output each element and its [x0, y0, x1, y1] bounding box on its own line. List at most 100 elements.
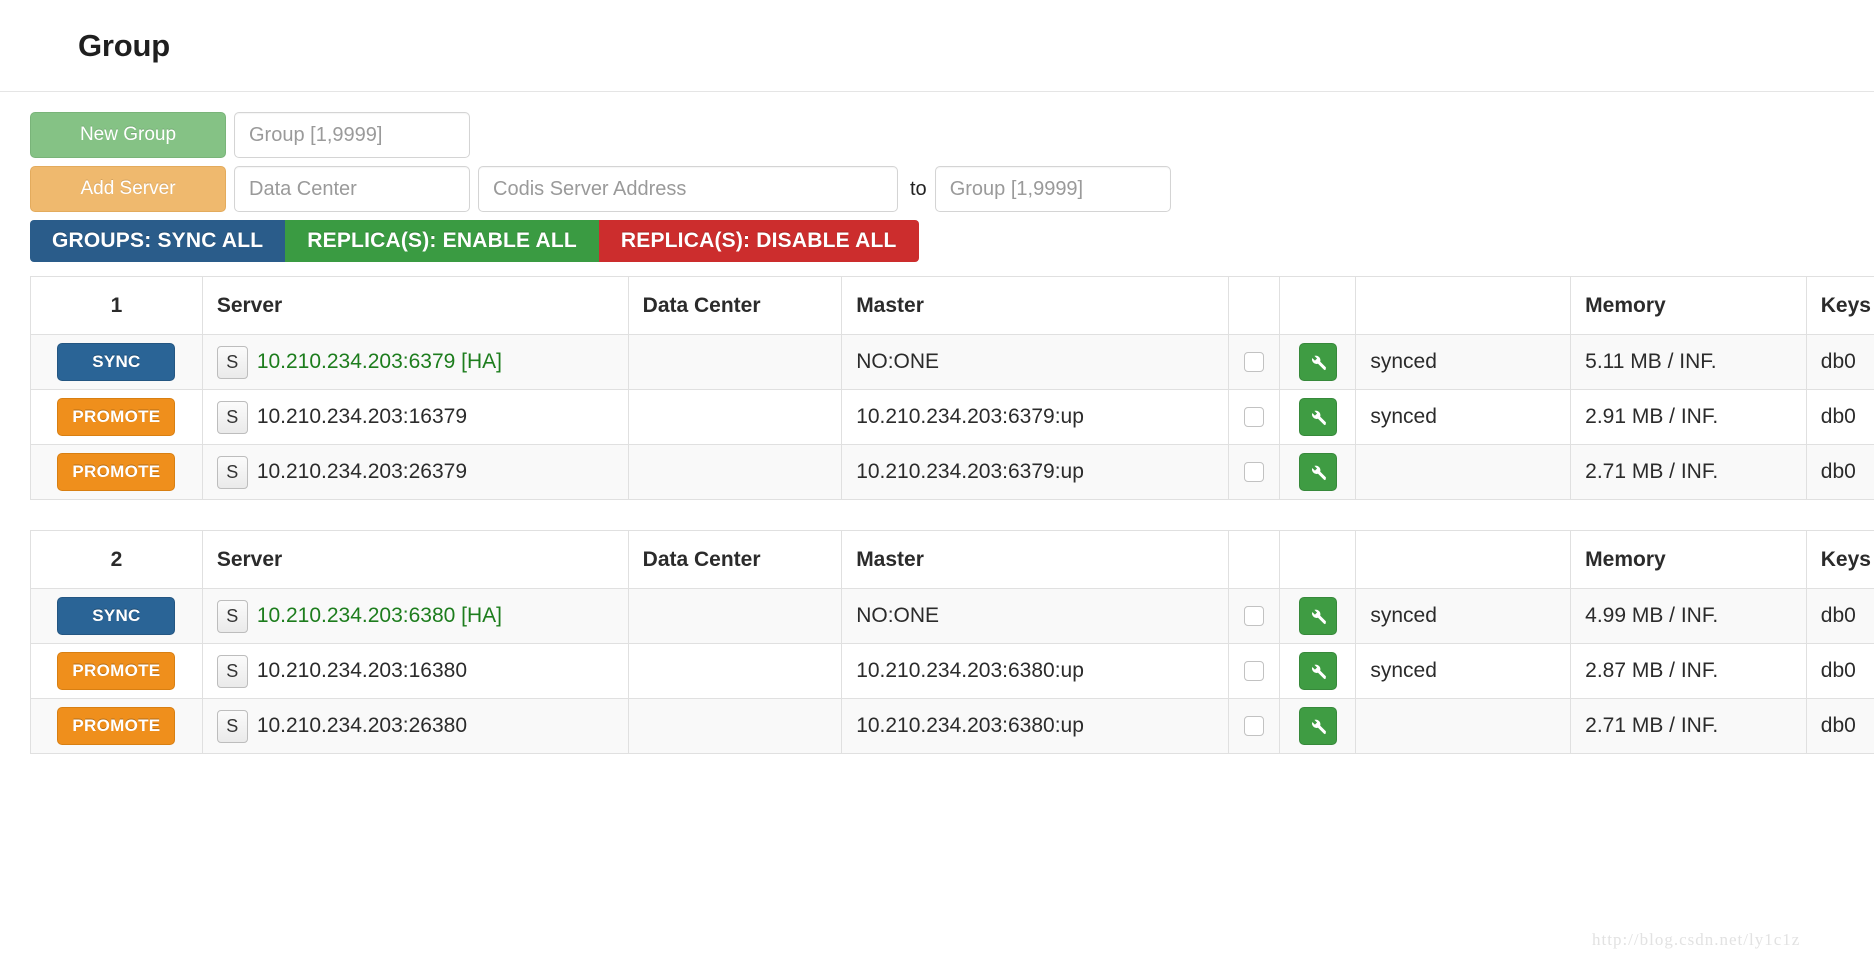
- data-center-cell: [627, 643, 843, 699]
- col-keys: Keys: [1805, 530, 1874, 589]
- row-select-checkbox[interactable]: [1244, 606, 1265, 627]
- wrench-icon[interactable]: [1298, 453, 1337, 491]
- keys-cell: db0: [1805, 444, 1874, 500]
- col-actions: [1279, 530, 1357, 589]
- row-tool-cell: [1279, 444, 1357, 500]
- table-row: SYNC S 10.210.234.203:6379 [HA] NO:ONE synce…: [30, 334, 1874, 390]
- memory-cell: 2.71 MB / INF.: [1570, 698, 1807, 754]
- server-cell: S 10.210.234.203:6380 [HA]: [201, 588, 629, 644]
- wrench-icon[interactable]: [1298, 597, 1337, 635]
- row-select-cell: [1227, 389, 1281, 445]
- row-select-checkbox[interactable]: [1244, 661, 1265, 682]
- server-address-link[interactable]: 10.210.234.203:6380 [HA]: [257, 604, 502, 628]
- server-address-link[interactable]: 10.210.234.203:26379: [257, 460, 467, 484]
- row-select-checkbox[interactable]: [1244, 352, 1265, 373]
- status-cell: [1355, 444, 1572, 500]
- col-group-index: 1: [30, 276, 203, 335]
- table-row: SYNC S 10.210.234.203:6380 [HA] NO:ONE synce…: [30, 588, 1874, 644]
- memory-cell: 4.99 MB / INF.: [1570, 588, 1807, 644]
- row-select-cell: [1227, 444, 1281, 500]
- codis-server-address-input[interactable]: [478, 166, 898, 212]
- add-server-row: Add Server to: [30, 166, 1874, 212]
- replicas-enable-all-button[interactable]: REPLICA(S): ENABLE ALL: [285, 220, 599, 262]
- server-address-link[interactable]: 10.210.234.203:26380: [257, 714, 467, 738]
- server-slave-badge-button[interactable]: S: [216, 599, 248, 633]
- new-group-row: New Group: [30, 112, 1874, 158]
- add-server-button[interactable]: Add Server: [30, 166, 226, 212]
- server-cell: S 10.210.234.203:16379: [201, 389, 629, 445]
- master-cell: 10.210.234.203:6379:up: [841, 444, 1229, 500]
- table-header-row: 2 Server Data Center Master Memory Keys: [30, 530, 1874, 589]
- server-slave-badge-button[interactable]: S: [216, 455, 248, 489]
- table-row: PROMOTE S 10.210.234.203:16379 10.210.234.2…: [30, 389, 1874, 445]
- replicas-disable-all-button[interactable]: REPLICA(S): DISABLE ALL: [598, 220, 919, 262]
- status-cell: synced: [1355, 643, 1572, 699]
- row-action-cell: PROMOTE: [30, 643, 203, 699]
- row-action-cell: PROMOTE: [30, 444, 203, 500]
- wrench-icon[interactable]: [1298, 707, 1337, 745]
- col-group-index: 2: [30, 530, 203, 589]
- table-spacer: [30, 500, 1874, 530]
- col-actions: [1279, 276, 1357, 335]
- row-action-cell: PROMOTE: [30, 389, 203, 445]
- memory-cell: 5.11 MB / INF.: [1570, 334, 1807, 390]
- status-cell: synced: [1355, 588, 1572, 644]
- promote-button[interactable]: PROMOTE: [57, 707, 176, 745]
- groups-sync-all-button[interactable]: GROUPS: SYNC ALL: [30, 220, 286, 262]
- col-data-center: Data Center: [627, 276, 843, 335]
- server-cell: S 10.210.234.203:26380: [201, 698, 629, 754]
- toolbar: New Group Add Server to GROUPS: SYNC ALL…: [0, 92, 1874, 262]
- target-group-input[interactable]: [934, 166, 1171, 212]
- col-master: Master: [841, 530, 1229, 589]
- row-select-cell: [1227, 698, 1281, 754]
- memory-cell: 2.71 MB / INF.: [1570, 444, 1807, 500]
- status-cell: [1355, 698, 1572, 754]
- sync-button[interactable]: SYNC: [57, 597, 176, 635]
- data-center-cell: [627, 334, 843, 390]
- master-cell: 10.210.234.203:6379:up: [841, 389, 1229, 445]
- table-row: PROMOTE S 10.210.234.203:16380 10.210.234.2…: [30, 643, 1874, 699]
- watermark: http://blog.csdn.net/ly1c1z: [1592, 930, 1801, 949]
- master-cell: NO:ONE: [841, 588, 1229, 644]
- col-memory: Memory: [1570, 530, 1807, 589]
- promote-button[interactable]: PROMOTE: [57, 453, 176, 491]
- bulk-action-bar: GROUPS: SYNC ALL REPLICA(S): ENABLE ALL …: [30, 220, 1874, 262]
- row-tool-cell: [1279, 588, 1357, 644]
- server-slave-badge-button[interactable]: S: [216, 654, 248, 688]
- sync-button[interactable]: SYNC: [57, 343, 176, 381]
- group-tables: 1 Server Data Center Master Memory Keys SYNC S 1…: [0, 276, 1874, 754]
- master-cell: NO:ONE: [841, 334, 1229, 390]
- wrench-icon[interactable]: [1298, 398, 1337, 436]
- col-status: [1355, 276, 1572, 335]
- promote-button[interactable]: PROMOTE: [57, 652, 176, 690]
- keys-cell: db0: [1805, 588, 1874, 644]
- new-group-button[interactable]: New Group: [30, 112, 226, 158]
- wrench-icon[interactable]: [1298, 652, 1337, 690]
- data-center-input[interactable]: [234, 166, 470, 212]
- status-cell: synced: [1355, 389, 1572, 445]
- promote-button[interactable]: PROMOTE: [57, 398, 176, 436]
- server-address-link[interactable]: 10.210.234.203:16380: [257, 659, 467, 683]
- group-id-input[interactable]: [234, 112, 470, 158]
- server-slave-badge-button[interactable]: S: [216, 709, 248, 743]
- server-cell: S 10.210.234.203:16380: [201, 643, 629, 699]
- col-keys: Keys: [1805, 276, 1874, 335]
- row-select-checkbox[interactable]: [1244, 407, 1265, 428]
- server-address-link[interactable]: 10.210.234.203:16379: [257, 405, 467, 429]
- row-select-checkbox[interactable]: [1244, 462, 1265, 483]
- data-center-cell: [627, 588, 843, 644]
- data-center-cell: [627, 698, 843, 754]
- server-slave-badge-button[interactable]: S: [216, 400, 248, 434]
- row-action-cell: PROMOTE: [30, 698, 203, 754]
- server-address-link[interactable]: 10.210.234.203:6379 [HA]: [257, 350, 502, 374]
- row-action-cell: SYNC: [30, 334, 203, 390]
- table-header-row: 1 Server Data Center Master Memory Keys: [30, 276, 1874, 335]
- row-tool-cell: [1279, 334, 1357, 390]
- row-select-checkbox[interactable]: [1244, 716, 1265, 737]
- wrench-icon[interactable]: [1298, 343, 1337, 381]
- row-select-cell: [1227, 334, 1281, 390]
- status-cell: synced: [1355, 334, 1572, 390]
- row-tool-cell: [1279, 643, 1357, 699]
- server-slave-badge-button[interactable]: S: [216, 345, 248, 379]
- data-center-cell: [627, 389, 843, 445]
